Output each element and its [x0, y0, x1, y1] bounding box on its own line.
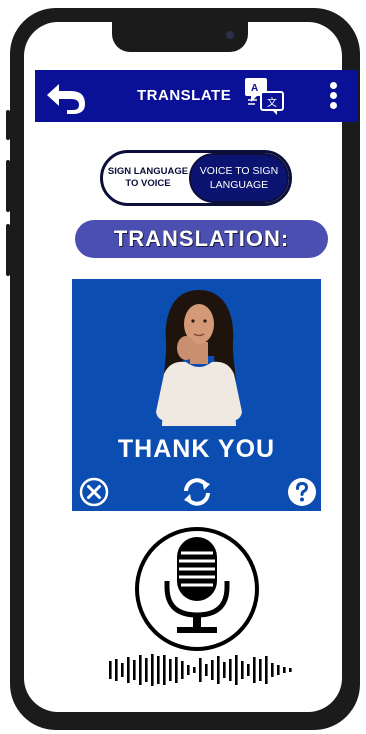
mode-toggle[interactable]: SIGN LANGUAGE TO VOICE VOICE TO SIGN LAN… — [100, 150, 292, 206]
svg-text:文: 文 — [267, 96, 277, 109]
phone-side-button — [356, 180, 360, 250]
toggle-option-voice-to-sign[interactable]: VOICE TO SIGN LANGUAGE — [189, 153, 289, 203]
microphone-icon[interactable] — [133, 525, 261, 653]
close-circle-icon[interactable] — [79, 477, 109, 507]
phone-side-button — [6, 224, 10, 276]
page-title: TRANSLATE — [137, 87, 232, 104]
more-vertical-icon[interactable] — [325, 80, 341, 114]
audio-waveform-icon — [107, 653, 293, 687]
signer-image — [150, 286, 248, 426]
refresh-icon[interactable] — [181, 477, 211, 507]
phone-side-button — [6, 110, 10, 140]
back-arrow-icon[interactable] — [43, 80, 89, 114]
app-header: TRANSLATE A 文 — [35, 70, 358, 122]
help-circle-icon[interactable] — [287, 477, 317, 507]
translation-panel: THANK YOU — [72, 279, 321, 511]
phone-side-button — [6, 160, 10, 212]
toggle-option-sign-to-voice[interactable]: SIGN LANGUAGE TO VOICE — [103, 153, 193, 203]
translation-heading: TRANSLATION: — [75, 220, 328, 258]
translation-caption: THANK YOU — [117, 435, 276, 463]
translate-icon: A 文 — [243, 76, 287, 116]
svg-text:A: A — [251, 83, 258, 94]
camera-icon — [226, 31, 234, 39]
